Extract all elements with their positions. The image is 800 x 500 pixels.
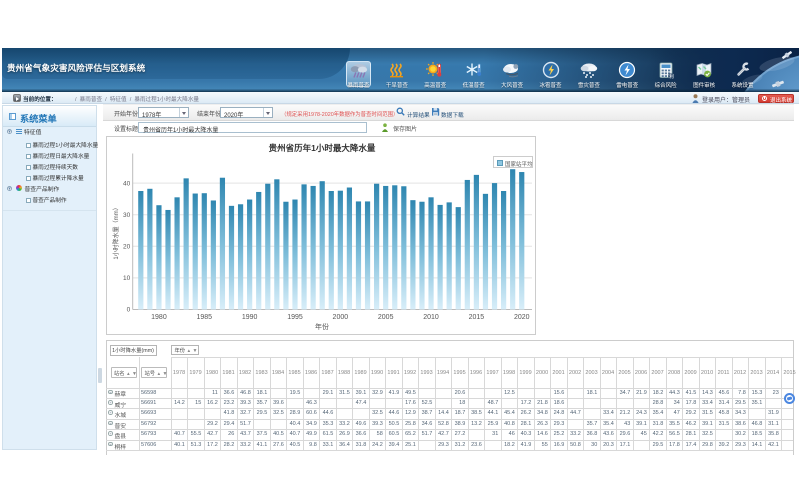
svg-text:1980: 1980 xyxy=(151,314,167,321)
svg-text:1990: 1990 xyxy=(242,314,258,321)
svg-text:2020: 2020 xyxy=(514,314,530,321)
svg-text:20: 20 xyxy=(123,244,131,251)
svg-text:30: 30 xyxy=(123,212,131,219)
svg-text:1995: 1995 xyxy=(287,314,303,321)
svg-text:1985: 1985 xyxy=(197,314,213,321)
svg-text:0: 0 xyxy=(127,307,131,314)
svg-text:10: 10 xyxy=(123,275,131,282)
svg-text:利: 利 xyxy=(669,73,674,79)
svg-text:2000: 2000 xyxy=(333,314,349,321)
svg-text:2010: 2010 xyxy=(423,314,439,321)
svg-text:2005: 2005 xyxy=(378,314,394,321)
svg-text:40: 40 xyxy=(123,180,131,187)
svg-text:2015: 2015 xyxy=(469,314,485,321)
